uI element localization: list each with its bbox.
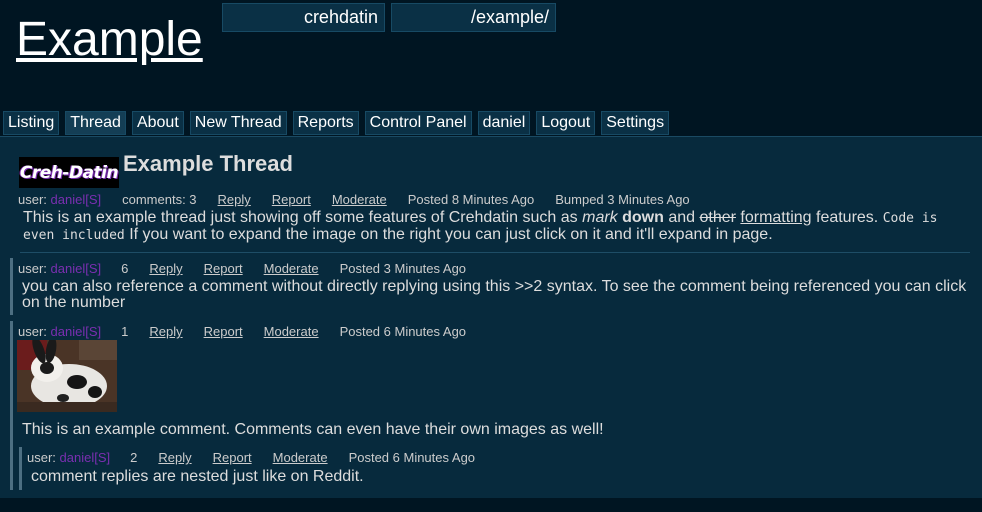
reply-number[interactable]: 2 — [130, 450, 137, 465]
site-logo[interactable]: Example — [16, 12, 203, 68]
top-nav: Listing Thread About New Thread Reports … — [3, 111, 670, 135]
comment-posted-time: Posted 6 Minutes Ago — [339, 324, 467, 339]
comment-moderate-link[interactable]: Moderate — [264, 324, 319, 339]
thread-image-text: Creh-Datin — [19, 162, 119, 183]
nav-control-panel[interactable]: Control Panel — [364, 111, 472, 135]
thread-separator — [20, 252, 970, 253]
comment-text: you can also reference a comment without… — [22, 278, 967, 311]
nav-reports[interactable]: Reports — [292, 111, 359, 135]
reply-text: comment replies are nested just like on … — [31, 468, 364, 485]
body-text: This is an example thread just showing o… — [23, 209, 583, 226]
comment-reply-link[interactable]: Reply — [149, 261, 182, 276]
thread-meta: user: daniel[S] comments: 3 Reply Report… — [18, 192, 690, 207]
reply-report-link[interactable]: Report — [213, 450, 252, 465]
thread-panel — [0, 136, 982, 499]
reply-bar — [19, 447, 22, 490]
thread-body: This is an example thread just showing o… — [23, 210, 968, 244]
comment-count: comments: 3 — [122, 192, 197, 207]
comment-bar — [10, 258, 13, 315]
rabbit-photo — [17, 340, 117, 412]
comment-username[interactable]: daniel[S] — [51, 324, 102, 339]
body-underline: formatting — [740, 209, 812, 226]
nav-about[interactable]: About — [131, 111, 184, 135]
body-strike: other — [699, 209, 736, 226]
reply-meta: user: daniel[S] 2 Reply Report Moderate … — [27, 450, 475, 465]
thread-title: Example Thread — [123, 151, 293, 176]
reply-reply-link[interactable]: Reply — [158, 450, 191, 465]
comment-reply-link[interactable]: Reply — [149, 324, 182, 339]
thread-reply-link[interactable]: Reply — [218, 192, 251, 207]
thread-username[interactable]: daniel[S] — [51, 192, 102, 207]
user-label: user: — [18, 261, 47, 276]
reply-username[interactable]: daniel[S] — [60, 450, 111, 465]
thread-image[interactable]: Creh-Datin — [19, 157, 119, 188]
comment-text: This is an example comment. Comments can… — [22, 421, 604, 438]
comment-moderate-link[interactable]: Moderate — [264, 261, 319, 276]
user-label: user: — [27, 450, 56, 465]
comment-bar — [10, 321, 13, 490]
user-label: user: — [18, 324, 47, 339]
comment-number[interactable]: 6 — [121, 261, 128, 276]
user-label: user: — [18, 192, 47, 207]
comment-posted-time: Posted 3 Minutes Ago — [339, 261, 467, 276]
body-text: and — [663, 209, 700, 226]
nav-user[interactable]: daniel — [477, 111, 531, 135]
comment-report-link[interactable]: Report — [204, 324, 243, 339]
nav-new-thread[interactable]: New Thread — [189, 111, 287, 135]
body-bold: down — [622, 209, 664, 226]
nav-thread[interactable]: Thread — [65, 111, 126, 135]
board-name-box[interactable]: crehdatin — [222, 3, 385, 32]
nav-settings[interactable]: Settings — [601, 111, 670, 135]
nav-listing[interactable]: Listing — [3, 111, 60, 135]
comment-number[interactable]: 1 — [121, 324, 128, 339]
comment-username[interactable]: daniel[S] — [51, 261, 102, 276]
comment-meta: user: daniel[S] 1 Reply Report Moderate … — [18, 324, 466, 339]
thread-moderate-link[interactable]: Moderate — [332, 192, 387, 207]
comment-meta: user: daniel[S] 6 Reply Report Moderate … — [18, 261, 466, 276]
reply-moderate-link[interactable]: Moderate — [273, 450, 328, 465]
comment-report-link[interactable]: Report — [204, 261, 243, 276]
body-italic: mark — [582, 209, 618, 226]
comment-image[interactable] — [17, 340, 117, 412]
reply-posted-time: Posted 6 Minutes Ago — [348, 450, 476, 465]
thread-posted-time: Posted 8 Minutes Ago — [407, 192, 535, 207]
body-text: If you want to expand the image on the r… — [124, 226, 773, 243]
body-text: features. — [811, 209, 883, 226]
thread-report-link[interactable]: Report — [272, 192, 311, 207]
nav-logout[interactable]: Logout — [536, 111, 596, 135]
board-path-box[interactable]: /example/ — [391, 3, 556, 32]
page-bottom — [0, 498, 982, 512]
thread-bumped-time: Bumped 3 Minutes Ago — [555, 192, 690, 207]
